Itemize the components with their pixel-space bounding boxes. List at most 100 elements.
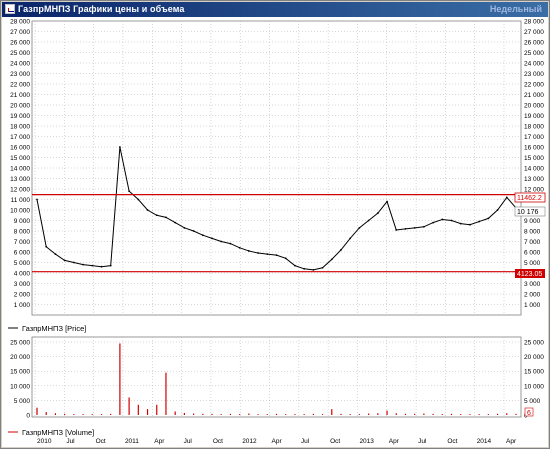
- volume-y-tick-left: 20 000: [10, 354, 30, 361]
- volume-bar: [174, 411, 176, 415]
- volume-bar: [202, 413, 204, 415]
- volume-bar: [248, 413, 250, 415]
- volume-bar: [331, 409, 333, 415]
- price-y-tick-right: 25 000: [524, 50, 544, 57]
- price-y-tick-left: 23 000: [10, 71, 30, 78]
- volume-bar: [128, 397, 130, 415]
- x-tick-label: Jul: [184, 438, 193, 445]
- volume-bar: [119, 343, 121, 415]
- volume-bar: [349, 414, 351, 415]
- price-point: [386, 200, 388, 203]
- volume-bar: [156, 404, 158, 415]
- volume-bar: [496, 413, 499, 415]
- price-point: [487, 217, 490, 220]
- x-tick-label: 2012: [242, 438, 257, 445]
- volume-bar: [45, 412, 47, 415]
- volume-grid: [31, 336, 522, 418]
- volume-bar: [340, 413, 342, 415]
- x-tick-label: Jul: [301, 438, 310, 445]
- price-y-tick-left: 10 000: [10, 208, 30, 215]
- volume-bar: [64, 413, 66, 415]
- price-point: [229, 242, 232, 245]
- price-point: [395, 229, 398, 231]
- volume-bar: [460, 414, 462, 415]
- price-point: [100, 265, 103, 268]
- volume-bar: [183, 412, 185, 415]
- x-tick-label: Oct: [330, 438, 340, 445]
- price-line: [36, 146, 517, 271]
- price-y-tick-right: 8 000: [524, 229, 541, 236]
- window-title: ГазпрМНПЗ Графики цены и объема: [18, 4, 185, 14]
- price-y-tick-left: 18 000: [10, 124, 30, 131]
- price-point: [72, 261, 75, 264]
- price-series: [36, 146, 517, 271]
- volume-bar: [211, 413, 213, 415]
- price-point: [349, 237, 352, 240]
- price-point: [340, 249, 342, 251]
- volume-y-tick-left: 25 000: [10, 340, 30, 347]
- price-y-tick-right: 1 000: [524, 302, 541, 309]
- price-point: [496, 209, 499, 211]
- volume-bar: [478, 414, 480, 415]
- period-label[interactable]: Недельный: [490, 4, 542, 14]
- volume-bar: [414, 413, 416, 415]
- price-y-tick-right: 7 000: [524, 239, 541, 246]
- price-y-tick-left: 27 000: [10, 29, 30, 36]
- price-y-tick-left: 7 000: [14, 239, 31, 246]
- price-y-tick-right: 13 000: [524, 176, 544, 183]
- price-y-tick-right: 23 000: [524, 71, 544, 78]
- price-y-tick-left: 25 000: [10, 50, 30, 57]
- price-y-tick-left: 8 000: [14, 229, 31, 236]
- price-y-tick-right: 3 000: [524, 281, 541, 288]
- price-legend: ГазпрМНПЗ [Price]: [22, 324, 86, 333]
- x-tick-label: 2011: [125, 438, 139, 445]
- price-y-tick-left: 26 000: [10, 40, 30, 47]
- price-point: [413, 226, 416, 229]
- price-point: [505, 196, 508, 199]
- price-y-tick-right: 26 000: [524, 40, 544, 47]
- price-point: [119, 146, 121, 148]
- price-point: [275, 254, 278, 257]
- last-price-label: 10 176: [517, 209, 539, 216]
- price-y-tick-left: 11 000: [11, 197, 31, 204]
- price-y-tick-left: 9 000: [14, 218, 31, 225]
- price-point: [183, 226, 186, 229]
- volume-bar: [294, 414, 296, 415]
- price-point: [174, 221, 177, 224]
- price-y-tick-right: 18 000: [524, 124, 544, 131]
- volume-y-tick-right: 15 000: [524, 369, 544, 376]
- volume-bar: [36, 407, 38, 415]
- volume-bar: [266, 414, 268, 415]
- price-point: [294, 264, 296, 267]
- chart-area: 1 000 2 000 3 000 4 000 5 000 6 000 7 000 8 000…: [2, 17, 548, 447]
- price-y-tick-right: 19 000: [524, 113, 544, 120]
- chart-app-icon: [5, 4, 15, 14]
- volume-bar: [54, 413, 57, 415]
- price-volume-chart[interactable]: 1 000 2 000 3 000 4 000 5 000 6 000 7 000 8 000…: [2, 17, 548, 447]
- volume-bar: [146, 409, 149, 415]
- x-tick-label: 2010: [37, 438, 52, 445]
- price-y-tick-right: 9 000: [524, 218, 541, 225]
- price-point: [137, 198, 140, 201]
- volume-y-axis-left: 0 5 000 10 000 15 000 20 000 25 000: [10, 340, 30, 420]
- volume-bar: [192, 413, 195, 415]
- volume-bar: [487, 414, 489, 415]
- last-volume-label: 6: [527, 410, 531, 417]
- price-y-tick-left: 17 000: [10, 134, 30, 141]
- price-y-tick-right: 17 000: [524, 134, 544, 141]
- x-tick-label: Apr: [154, 438, 165, 445]
- volume-bar: [321, 414, 324, 415]
- volume-bar: [285, 414, 287, 415]
- volume-y-tick-left: 5 000: [14, 398, 31, 405]
- volume-series: [36, 343, 517, 415]
- volume-bar: [432, 413, 434, 415]
- price-point: [303, 267, 306, 270]
- price-y-tick-left: 19 000: [10, 113, 30, 120]
- volume-bar: [100, 414, 103, 415]
- volume-bar: [165, 372, 167, 415]
- price-point: [321, 266, 324, 269]
- title-bar[interactable]: ГазпрМНПЗ Графики цены и объема Недельны…: [2, 2, 548, 17]
- price-y-tick-left: 2 000: [14, 292, 31, 299]
- x-tick-label: Oct: [447, 438, 457, 445]
- price-y-tick-left: 12 000: [10, 187, 30, 194]
